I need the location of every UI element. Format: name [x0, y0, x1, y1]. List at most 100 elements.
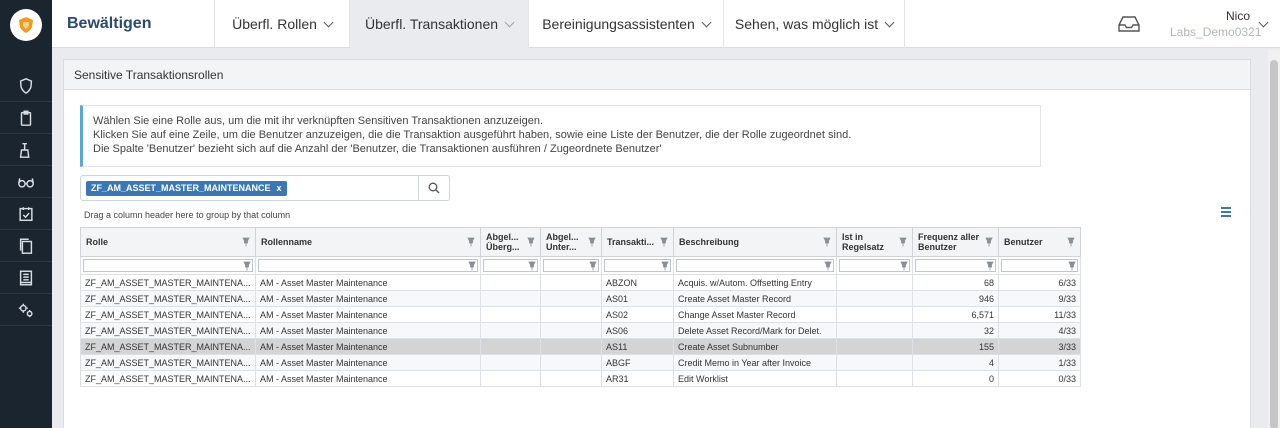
pin-icon [1067, 237, 1075, 247]
role-search-input[interactable]: ZF_AM_ASSET_MASTER_MAINTENANCE x [80, 175, 450, 201]
table-cell: AS06 [601, 322, 674, 339]
column-header[interactable]: Abgel... Überg... [480, 227, 541, 257]
table-cell [836, 354, 913, 371]
column-filter-input[interactable] [543, 259, 599, 272]
sensitive-transactions-panel: Sensitive Transaktionsrollen Wählen Sie … [63, 59, 1251, 428]
table-cell: Change Asset Master Record [673, 306, 837, 323]
filter-icon[interactable] [528, 261, 536, 271]
filter-icon[interactable] [243, 261, 251, 271]
nav-bereinigungsassistenten[interactable]: Bereinigungsassistenten [528, 0, 723, 48]
nav-ueberfl-transaktionen[interactable]: Überfl. Transaktionen [349, 0, 528, 48]
pin-icon[interactable] [588, 237, 596, 247]
rail-settings[interactable] [0, 294, 52, 326]
user-tenant[interactable]: Labs_Demo0321 [1170, 25, 1261, 39]
rail-broom[interactable] [0, 134, 52, 166]
table-row[interactable]: ZF_AM_ASSET_MASTER_MAINTENA... AM - Asset… [80, 370, 1081, 387]
table-cell: 6,571 [912, 306, 999, 323]
column-filter-input[interactable] [483, 259, 538, 272]
role-filter-chip[interactable]: ZF_AM_ASSET_MASTER_MAINTENANCE x [86, 181, 287, 196]
column-header[interactable]: Frequenz aller Benutzer [912, 227, 999, 257]
table-cell: AM - Asset Master Maintenance [255, 274, 481, 291]
column-header[interactable]: Rollenname [255, 227, 481, 257]
inbox-icon[interactable] [1118, 15, 1140, 33]
table-cell [480, 322, 541, 339]
table-cell: AS01 [601, 290, 674, 307]
table-cell [836, 322, 913, 339]
info-line: Klicken Sie auf eine Zeile, um die Benut… [93, 129, 852, 141]
pin-icon[interactable] [1067, 237, 1075, 247]
filter-icon[interactable] [986, 261, 994, 271]
rail-clipboard[interactable] [0, 102, 52, 134]
column-header[interactable]: Ist in Regelsatz [836, 227, 913, 257]
filter-icon[interactable] [589, 261, 597, 271]
column-filter-input[interactable] [1001, 259, 1078, 272]
nav-ueberfl-rollen[interactable]: Überfl. Rollen [214, 0, 349, 48]
chip-remove-icon[interactable]: x [277, 183, 282, 193]
table-row[interactable]: ZF_AM_ASSET_MASTER_MAINTENA... AM - Asset… [80, 274, 1081, 291]
filter-icon[interactable] [900, 261, 908, 271]
column-header[interactable]: Beschreibung [673, 227, 837, 257]
filter-icon[interactable] [468, 261, 476, 271]
pin-icon[interactable] [660, 237, 668, 247]
table-row[interactable]: ZF_AM_ASSET_MASTER_MAINTENA... AM - Asset… [80, 338, 1081, 355]
search-button[interactable] [418, 176, 449, 200]
table-cell: ZF_AM_ASSET_MASTER_MAINTENA... [80, 322, 256, 339]
logo[interactable] [0, 0, 52, 50]
pin-icon [242, 237, 250, 247]
shield-icon [19, 77, 33, 94]
rail-glasses[interactable] [0, 166, 52, 198]
table-cell: ZF_AM_ASSET_MASTER_MAINTENA... [80, 306, 256, 323]
table-cell: 68 [912, 274, 999, 291]
table-cell [480, 338, 541, 355]
column-filter-input[interactable] [839, 259, 910, 272]
info-line: Wählen Sie eine Rolle aus, um die mit ih… [93, 115, 544, 127]
glasses-icon [18, 177, 34, 188]
table-cell: Create Asset Master Record [673, 290, 837, 307]
table-row[interactable]: ZF_AM_ASSET_MASTER_MAINTENA... AM - Asset… [80, 354, 1081, 371]
rail-calendar[interactable] [0, 198, 52, 230]
table-cell: ABGF [601, 354, 674, 371]
table-row[interactable]: ZF_AM_ASSET_MASTER_MAINTENA... AM - Asset… [80, 290, 1081, 307]
column-filter-input[interactable] [258, 259, 478, 272]
nav-sehen-was-moeglich-ist[interactable]: Sehen, was möglich ist [723, 0, 905, 48]
table-cell: AM - Asset Master Maintenance [255, 306, 481, 323]
vertical-scrollbar[interactable] [1268, 50, 1280, 428]
nav-label: Bereinigungsassistenten [542, 16, 695, 32]
column-header[interactable]: Benutzer [998, 227, 1081, 257]
column-header[interactable]: Rolle [80, 227, 256, 257]
table-row[interactable]: ZF_AM_ASSET_MASTER_MAINTENA... AM - Asset… [80, 322, 1081, 339]
user-name[interactable]: Nico [1226, 9, 1250, 23]
column-filter-input[interactable] [604, 259, 671, 272]
table-cell [540, 306, 602, 323]
table-cell: 11/33 [998, 306, 1081, 323]
pin-icon [1068, 261, 1076, 271]
pin-icon[interactable] [467, 237, 475, 247]
column-header-label: Rolle [86, 237, 109, 247]
pin-icon[interactable] [899, 237, 907, 247]
table-cell: 0/33 [998, 370, 1081, 387]
pin-icon[interactable] [242, 237, 250, 247]
table-cell: Acquis. w/Autom. Offsetting Entry [673, 274, 837, 291]
pin-icon[interactable] [985, 237, 993, 247]
column-menu-icon[interactable] [1221, 207, 1231, 219]
filter-icon[interactable] [1068, 261, 1076, 271]
table-cell: 4/33 [998, 322, 1081, 339]
column-header[interactable]: Transakti... [601, 227, 674, 257]
rail-documents[interactable] [0, 230, 52, 262]
column-header[interactable]: Abgel... Unter... [540, 227, 602, 257]
pin-icon[interactable] [823, 237, 831, 247]
table-row[interactable]: ZF_AM_ASSET_MASTER_MAINTENA... AM - Asset… [80, 306, 1081, 323]
column-filter-input[interactable] [676, 259, 834, 272]
panel-title: Sensitive Transaktionsrollen [64, 60, 1250, 90]
rail-shield[interactable] [0, 70, 52, 102]
column-filter-input[interactable] [915, 259, 996, 272]
table-cell: AS02 [601, 306, 674, 323]
table-cell [480, 290, 541, 307]
column-filter-input[interactable] [83, 259, 253, 272]
rail-report[interactable] [0, 262, 52, 294]
nav-label: Sehen, was möglich ist [734, 16, 879, 32]
scrollbar-thumb[interactable] [1270, 60, 1278, 428]
filter-icon[interactable] [661, 261, 669, 271]
filter-icon[interactable] [824, 261, 832, 271]
pin-icon[interactable] [527, 237, 535, 247]
